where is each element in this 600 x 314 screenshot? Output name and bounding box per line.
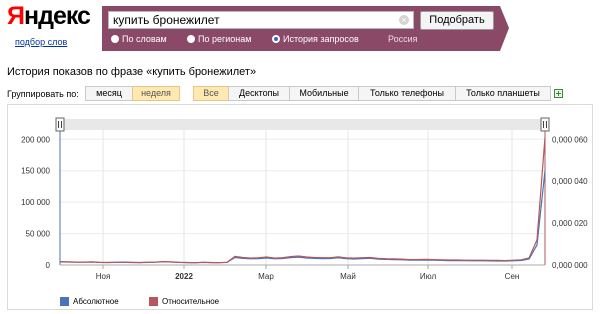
legend-label: Относительное — [162, 297, 220, 306]
legend-label: Абсолютное — [73, 297, 119, 306]
y-tick-right: 0,000 000 — [552, 261, 588, 270]
y-tick-left: 50 000 — [26, 230, 51, 239]
x-tick-label: Мар — [258, 272, 274, 281]
y-tick-left: 100 000 — [21, 198, 50, 207]
x-tick-label: Июл — [420, 272, 437, 281]
x-tick-label: Ноя — [96, 272, 111, 281]
y-tick-left: 200 000 — [21, 135, 50, 144]
history-chart: 0 50 000 100 000 150 000 200 000 0,000 000 0,0… — [21, 117, 588, 281]
y-tick-left: 0 — [46, 261, 51, 270]
x-tick-label: Сен — [505, 272, 520, 281]
legend-absolute[interactable]: Абсолютное — [60, 297, 119, 306]
y-tick-right: 0,000 040 — [552, 177, 588, 186]
range-handle-right[interactable] — [540, 117, 550, 132]
range-navigator — [60, 119, 545, 130]
x-tick-label: 2022 — [175, 272, 193, 281]
range-handle-left[interactable] — [55, 117, 65, 132]
series-line-relative — [59, 137, 546, 264]
y-tick-right: 0,000 020 — [552, 219, 588, 228]
series-line-absolute — [59, 170, 546, 264]
legend-swatch-absolute — [60, 297, 69, 306]
y-tick-right: 0,000 060 — [552, 135, 588, 144]
y-tick-left: 150 000 — [21, 167, 50, 176]
x-tick-label: Май — [340, 272, 356, 281]
legend-relative[interactable]: Относительное — [149, 297, 219, 306]
legend-swatch-relative — [149, 297, 158, 306]
